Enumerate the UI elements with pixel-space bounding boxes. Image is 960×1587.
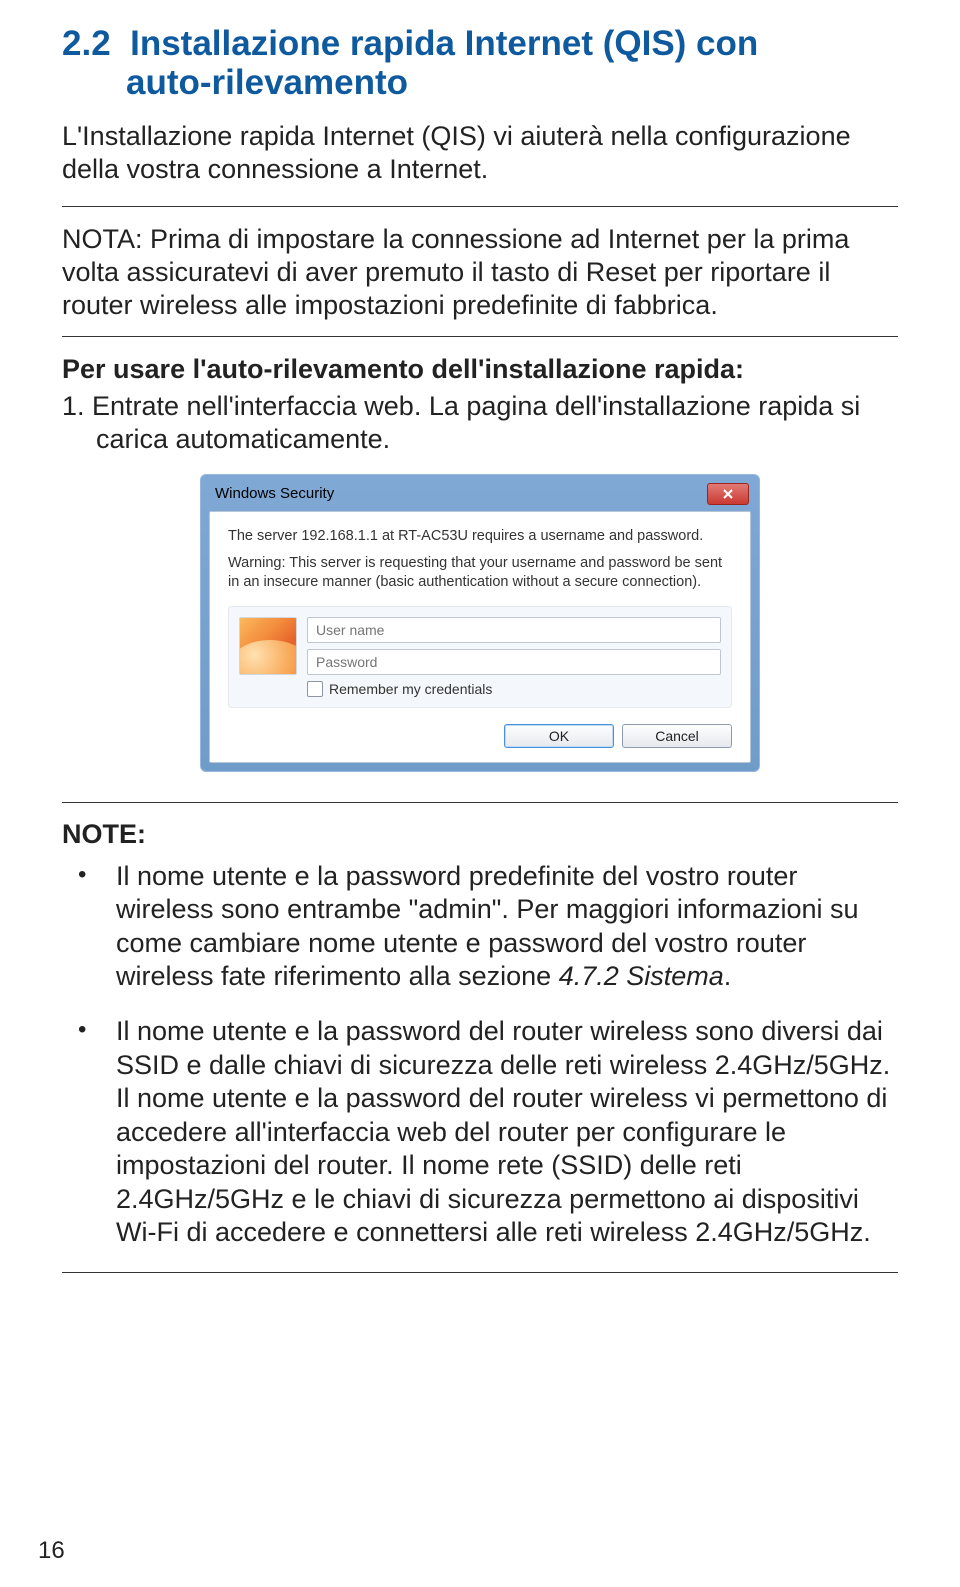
note-2: Il nome utente e la password del router … xyxy=(62,1015,898,1249)
user-avatar-icon xyxy=(239,617,297,675)
remember-credentials-row[interactable]: Remember my credentials xyxy=(307,681,721,697)
close-button[interactable] xyxy=(707,483,749,505)
dialog-body: The server 192.168.1.1 at RT-AC53U requi… xyxy=(209,511,751,763)
dialog-frame: Windows Security The server 192.168.1.1 … xyxy=(200,474,760,772)
cancel-button[interactable]: Cancel xyxy=(622,724,732,748)
heading-number: 2.2 xyxy=(62,24,111,63)
notes-list: Il nome utente e la password predefinite… xyxy=(62,860,898,1250)
divider xyxy=(62,802,898,803)
note-label: NOTE: xyxy=(62,819,898,850)
username-input[interactable] xyxy=(307,617,721,643)
intro-paragraph: L'Installazione rapida Internet (QIS) vi… xyxy=(62,120,898,186)
heading-line-1: Installazione rapida Internet (QIS) con xyxy=(130,24,758,63)
divider xyxy=(62,206,898,207)
dialog-titlebar: Windows Security xyxy=(209,483,751,505)
dialog-message: The server 192.168.1.1 at RT-AC53U requi… xyxy=(228,528,732,544)
step-1-number: 1. xyxy=(62,390,92,423)
nota-label: NOTA: xyxy=(62,224,143,254)
security-dialog: Windows Security The server 192.168.1.1 … xyxy=(200,474,760,772)
note-1-c: . xyxy=(724,961,732,991)
password-input[interactable] xyxy=(307,649,721,675)
dialog-buttons: OK Cancel xyxy=(228,724,732,748)
note-1-ref: 4.7.2 Sistema xyxy=(559,961,724,991)
dialog-warning: Warning: This server is requesting that … xyxy=(228,554,732,592)
page-number: 16 xyxy=(38,1537,65,1565)
nota-body: Prima di impostare la connessione ad Int… xyxy=(62,224,849,320)
nota-paragraph: NOTA: Prima di impostare la connessione … xyxy=(62,223,898,322)
divider xyxy=(62,1272,898,1273)
note-1-a: Il nome utente e la password predefinite… xyxy=(116,861,859,991)
section-heading: 2.2 Installazione rapida Internet (QIS) … xyxy=(62,24,898,102)
close-icon xyxy=(722,488,734,500)
divider xyxy=(62,336,898,337)
step-1-text: Entrate nell'interfaccia web. La pagina … xyxy=(92,391,860,454)
steps-title: Per usare l'auto-rilevamento dell'instal… xyxy=(62,353,898,386)
credentials-box: Remember my credentials xyxy=(228,606,732,708)
credentials-fields: Remember my credentials xyxy=(307,617,721,697)
remember-checkbox[interactable] xyxy=(307,681,323,697)
remember-label: Remember my credentials xyxy=(329,681,492,697)
heading-line-2: auto-rilevamento xyxy=(126,63,408,102)
ok-button[interactable]: OK xyxy=(504,724,614,748)
dialog-title: Windows Security xyxy=(215,485,334,502)
steps-list: 1.Entrate nell'interfaccia web. La pagin… xyxy=(62,390,898,456)
note-1: Il nome utente e la password predefinite… xyxy=(62,860,898,994)
step-1: 1.Entrate nell'interfaccia web. La pagin… xyxy=(62,390,898,456)
